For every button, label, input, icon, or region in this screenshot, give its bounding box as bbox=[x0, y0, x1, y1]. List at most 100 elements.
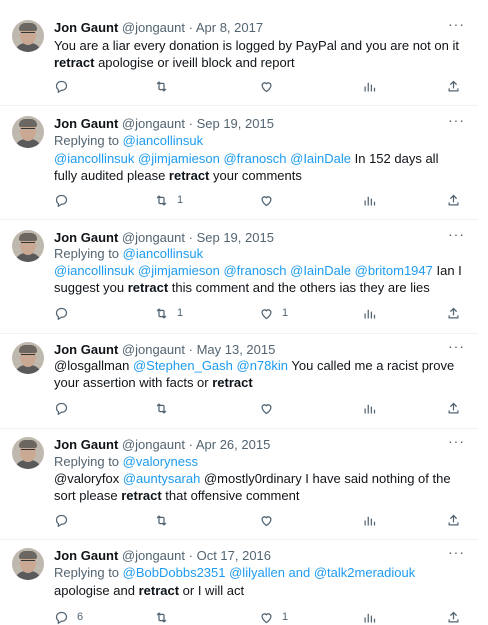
like-button[interactable] bbox=[259, 512, 282, 528]
reply-button[interactable] bbox=[54, 192, 77, 208]
avatar[interactable] bbox=[12, 548, 44, 580]
mention-links[interactable]: @iancollinsuk @jimjamieson @franosch @Ia… bbox=[54, 151, 351, 166]
retweet-button[interactable] bbox=[154, 78, 177, 94]
more-icon[interactable]: ··· bbox=[448, 339, 464, 356]
tweet[interactable]: Jon Gaunt @jongaunt · Apr 8, 2017 ··· Yo… bbox=[0, 0, 478, 106]
retweet-button[interactable] bbox=[154, 400, 177, 416]
like-icon bbox=[261, 195, 272, 206]
more-icon[interactable]: ··· bbox=[448, 227, 464, 244]
share-button[interactable] bbox=[446, 78, 461, 94]
views-button[interactable] bbox=[362, 400, 377, 416]
reply-button[interactable]: 6 bbox=[54, 609, 83, 625]
avatar[interactable] bbox=[12, 230, 44, 262]
views-button[interactable] bbox=[362, 512, 377, 528]
author-handle[interactable]: @jongaunt bbox=[122, 20, 185, 35]
retweet-button[interactable] bbox=[154, 512, 177, 528]
like-button[interactable] bbox=[259, 192, 282, 208]
like-icon bbox=[261, 81, 272, 92]
replying-to: Replying to @BobDobbs2351 @lilyallen and… bbox=[54, 565, 416, 580]
tweet[interactable]: Jon Gaunt @jongaunt · Sep 19, 2015 ··· R… bbox=[0, 220, 478, 334]
author-name[interactable]: Jon Gaunt bbox=[54, 20, 118, 35]
tweet-actions: 6 1 bbox=[54, 609, 464, 625]
retweet-icon bbox=[156, 402, 167, 414]
more-icon[interactable]: ··· bbox=[448, 17, 464, 34]
author-name[interactable]: Jon Gaunt bbox=[54, 116, 118, 131]
tweet-text: @iancollinsuk @jimjamieson @franosch @Ia… bbox=[54, 263, 462, 295]
avatar[interactable] bbox=[12, 20, 44, 52]
retweet-button[interactable]: 1 bbox=[154, 305, 183, 321]
author-handle[interactable]: @jongaunt bbox=[122, 437, 185, 452]
author-handle[interactable]: @jongaunt bbox=[122, 116, 185, 131]
tweet[interactable]: Jon Gaunt @jongaunt · Sep 19, 2015 ··· R… bbox=[0, 106, 478, 220]
replying-to: Replying to @iancollinsuk bbox=[54, 133, 204, 148]
like-button[interactable]: 1 bbox=[259, 609, 288, 625]
like-button[interactable] bbox=[259, 400, 282, 416]
tweet-actions bbox=[54, 78, 464, 94]
like-button[interactable] bbox=[259, 78, 282, 94]
retweet-button[interactable]: 1 bbox=[154, 192, 183, 208]
mention-links[interactable]: @Stephen_Gash @n78kin bbox=[133, 358, 288, 373]
retweet-icon bbox=[156, 194, 167, 206]
avatar[interactable] bbox=[12, 116, 44, 148]
share-icon bbox=[448, 611, 459, 622]
mention-links[interactable]: @auntysarah bbox=[123, 471, 201, 486]
tweet[interactable]: Jon Gaunt @jongaunt · May 13, 2015 ··· @… bbox=[0, 334, 478, 429]
mention-links[interactable]: @iancollinsuk @jimjamieson @franosch @Ia… bbox=[54, 263, 433, 278]
tweet-text: apologise and retract or I will act bbox=[54, 583, 245, 598]
tweet-date[interactable]: Oct 17, 2016 bbox=[197, 548, 271, 563]
retweet-icon bbox=[156, 514, 167, 526]
like-icon bbox=[261, 308, 272, 319]
tweet-text: @iancollinsuk @jimjamieson @franosch @Ia… bbox=[54, 151, 439, 183]
views-button[interactable] bbox=[362, 192, 377, 208]
views-icon bbox=[364, 613, 376, 622]
avatar[interactable] bbox=[12, 342, 44, 374]
retweet-button[interactable] bbox=[154, 609, 177, 625]
tweet-date[interactable]: Apr 26, 2015 bbox=[196, 437, 270, 452]
share-icon bbox=[448, 194, 459, 205]
share-button[interactable] bbox=[446, 192, 461, 208]
reply-button[interactable] bbox=[54, 400, 77, 416]
views-icon bbox=[364, 196, 376, 205]
like-button[interactable]: 1 bbox=[259, 305, 288, 321]
tweet[interactable]: Jon Gaunt @jongaunt · Apr 26, 2015 ··· R… bbox=[0, 429, 478, 540]
reply-button[interactable] bbox=[54, 512, 77, 528]
reply-icon bbox=[55, 307, 68, 320]
tweet-actions: 1 bbox=[54, 192, 464, 208]
author-handle[interactable]: @jongaunt bbox=[122, 342, 185, 357]
share-button[interactable] bbox=[446, 400, 461, 416]
author-name[interactable]: Jon Gaunt bbox=[54, 230, 118, 245]
reply-to-link[interactable]: @valoryness bbox=[123, 454, 198, 469]
views-button[interactable] bbox=[362, 78, 377, 94]
avatar[interactable] bbox=[12, 437, 44, 469]
tweet-date[interactable]: Sep 19, 2015 bbox=[197, 230, 274, 245]
share-icon bbox=[448, 402, 459, 413]
reply-icon bbox=[55, 611, 68, 624]
retweet-icon bbox=[156, 80, 167, 92]
more-icon[interactable]: ··· bbox=[448, 113, 464, 130]
reply-button[interactable] bbox=[54, 305, 77, 321]
reply-to-link[interactable]: @iancollinsuk bbox=[123, 246, 203, 261]
more-icon[interactable]: ··· bbox=[448, 434, 464, 451]
reply-to-link[interactable]: @iancollinsuk bbox=[123, 133, 203, 148]
tweet-date[interactable]: Apr 8, 2017 bbox=[196, 20, 263, 35]
views-button[interactable] bbox=[362, 305, 377, 321]
tweet-date[interactable]: May 13, 2015 bbox=[197, 342, 276, 357]
author-name[interactable]: Jon Gaunt bbox=[54, 342, 118, 357]
reply-icon bbox=[55, 402, 68, 415]
share-button[interactable] bbox=[446, 305, 461, 321]
author-name[interactable]: Jon Gaunt bbox=[54, 437, 118, 452]
replying-to: Replying to @iancollinsuk bbox=[54, 246, 204, 261]
author-name[interactable]: Jon Gaunt bbox=[54, 548, 118, 563]
author-handle[interactable]: @jongaunt bbox=[122, 230, 185, 245]
share-button[interactable] bbox=[446, 609, 461, 625]
share-button[interactable] bbox=[446, 512, 461, 528]
tweet[interactable]: Jon Gaunt @jongaunt · Oct 17, 2016 ··· R… bbox=[0, 540, 478, 625]
reply-button[interactable] bbox=[54, 78, 77, 94]
reply-icon bbox=[55, 514, 68, 527]
author-handle[interactable]: @jongaunt bbox=[122, 548, 185, 563]
more-icon[interactable]: ··· bbox=[448, 545, 464, 562]
tweet-actions bbox=[54, 400, 464, 416]
reply-to-link[interactable]: @BobDobbs2351 @lilyallen and @talk2merad… bbox=[123, 565, 416, 580]
views-button[interactable] bbox=[362, 609, 377, 625]
tweet-date[interactable]: Sep 19, 2015 bbox=[197, 116, 274, 131]
